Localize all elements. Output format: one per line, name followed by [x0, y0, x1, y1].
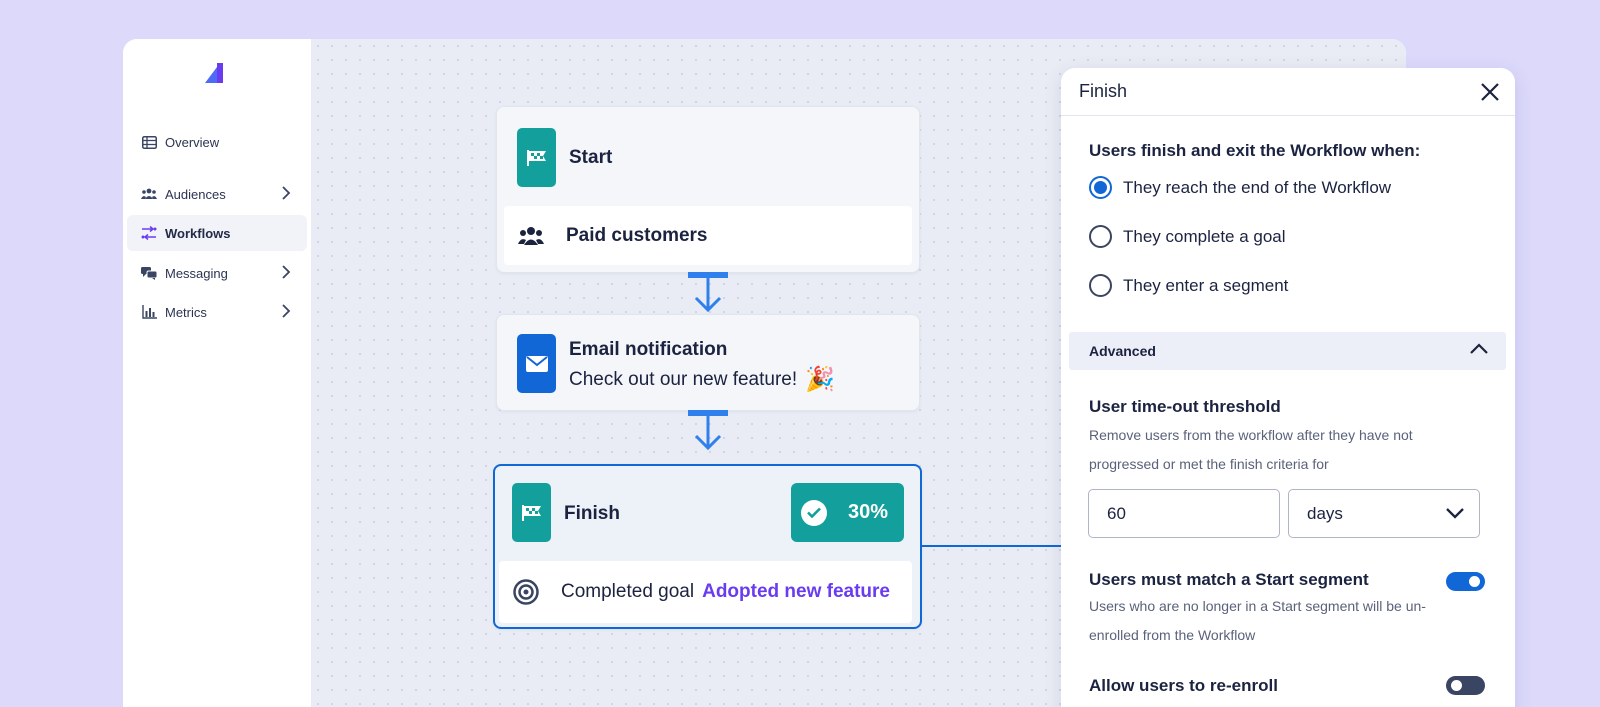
segment-name: Paid customers	[566, 224, 708, 246]
check-circle-icon	[801, 499, 827, 526]
sidebar-item-metrics[interactable]: Metrics	[127, 294, 307, 330]
chevron-right-icon	[282, 304, 291, 318]
sidebar-item-label: Overview	[165, 134, 220, 150]
radio-button[interactable]	[1089, 225, 1112, 248]
exit-heading: Users finish and exit the Workflow when:	[1089, 141, 1421, 160]
users-icon	[141, 186, 157, 202]
goal-label: Completed goal	[561, 581, 695, 602]
match-start-segment-toggle[interactable]	[1446, 572, 1485, 591]
sidebar-item-label: Metrics	[165, 304, 207, 320]
arrow-down-icon	[688, 272, 728, 313]
goal-name-link[interactable]: Adopted new feature	[702, 581, 890, 603]
start-node-title: Start	[569, 147, 613, 168]
chevron-down-icon	[1446, 508, 1464, 519]
radio-end-of-workflow[interactable]: They reach the end of the Workflow	[1089, 176, 1391, 199]
panel-title: Finish	[1061, 68, 1515, 116]
email-node-title: Email notification	[569, 339, 728, 360]
sidebar-item-label: Messaging	[165, 265, 228, 281]
sidebar-item-messaging[interactable]: Messaging	[127, 255, 307, 291]
party-popper-icon: 🎉	[805, 366, 836, 393]
workflow-icon	[141, 225, 157, 241]
chat-icon	[141, 265, 157, 281]
bar-chart-icon	[141, 304, 157, 320]
logo-icon	[205, 63, 223, 83]
completion-badge: 30%	[791, 483, 904, 542]
start-segment-row[interactable]: Paid customers	[504, 206, 912, 265]
sidebar: Overview Audiences Workflows Messaging M…	[123, 39, 311, 707]
match-help: Users who are no longer in a Start segme…	[1089, 598, 1426, 643]
email-subject-text: Check out our new feature!	[569, 368, 798, 390]
radio-complete-goal[interactable]: They complete a goal	[1089, 225, 1286, 248]
radio-enter-segment[interactable]: They enter a segment	[1089, 274, 1288, 297]
target-icon	[513, 579, 539, 605]
table-icon	[141, 134, 157, 150]
sidebar-item-overview[interactable]: Overview	[127, 124, 307, 160]
finish-settings-panel: Finish Users finish and exit the Workflo…	[1061, 68, 1515, 707]
advanced-section-toggle[interactable]: Advanced	[1069, 332, 1506, 370]
panel-connector-line	[922, 545, 1062, 547]
chevron-right-icon	[282, 265, 291, 279]
finish-goal-row[interactable]: Completed goal Adopted new feature	[499, 561, 912, 623]
timeout-unit-select[interactable]: days	[1288, 489, 1480, 538]
users-icon	[518, 226, 544, 246]
sidebar-item-label: Workflows	[165, 225, 231, 241]
radio-label: They complete a goal	[1123, 226, 1286, 246]
envelope-icon	[517, 334, 556, 393]
finish-node-title: Finish	[564, 503, 620, 524]
radio-label: They reach the end of the Workflow	[1123, 177, 1392, 197]
radio-button[interactable]	[1089, 274, 1112, 297]
email-node[interactable]: Email notification Check out our new fea…	[496, 314, 920, 411]
flag-icon	[517, 128, 556, 187]
chevron-right-icon	[282, 186, 291, 200]
close-icon[interactable]	[1479, 81, 1501, 103]
finish-node[interactable]: Finish 30% Completed goal Adopted new fe…	[493, 464, 922, 629]
radio-button[interactable]	[1089, 176, 1112, 199]
flag-icon	[512, 483, 551, 542]
timeout-help: Remove users from the workflow after the…	[1089, 427, 1413, 472]
sidebar-item-audiences[interactable]: Audiences	[127, 176, 307, 212]
advanced-label: Advanced	[1089, 343, 1156, 359]
timeout-heading: User time-out threshold	[1089, 397, 1281, 416]
arrow-down-icon	[688, 410, 728, 451]
match-heading: Users must match a Start segment	[1089, 570, 1369, 589]
reenroll-toggle[interactable]	[1446, 676, 1485, 695]
sidebar-item-label: Audiences	[165, 186, 226, 202]
radio-label: They enter a segment	[1123, 275, 1289, 295]
chevron-up-icon	[1470, 343, 1488, 354]
completion-percent: 30%	[848, 501, 889, 523]
email-subject: Check out our new feature! 🎉	[569, 365, 835, 394]
reenroll-heading: Allow users to re-enroll	[1089, 676, 1278, 695]
start-node[interactable]: Start Paid customers	[496, 106, 920, 273]
timeout-unit-value: days	[1307, 503, 1343, 523]
timeout-value-input[interactable]: 60	[1088, 489, 1280, 538]
sidebar-item-workflows[interactable]: Workflows	[127, 215, 307, 251]
